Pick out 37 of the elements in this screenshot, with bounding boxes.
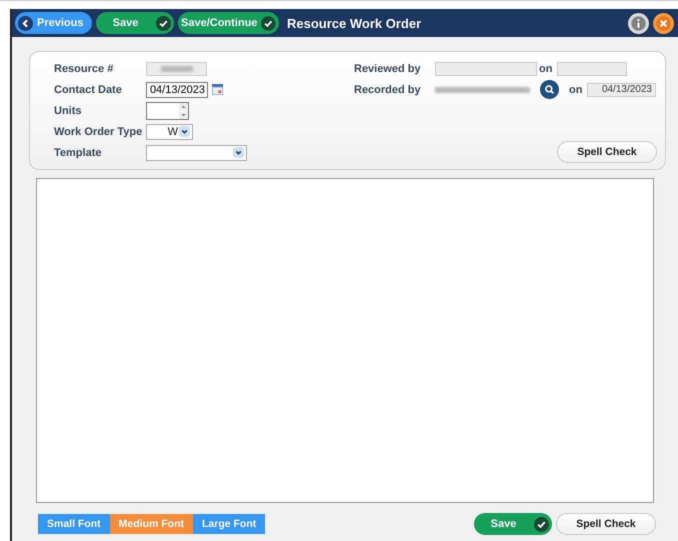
spell-check-button[interactable]: Spell Check — [556, 513, 656, 535]
field-label: Contact Date — [54, 84, 123, 96]
redacted-value — [160, 66, 192, 72]
spinner-arrows-icon[interactable] — [179, 102, 188, 118]
font-size-button[interactable]: Small Font — [38, 514, 110, 534]
units-spinner[interactable] — [146, 102, 189, 120]
spell-check-button[interactable]: Spell Check — [557, 141, 657, 163]
reviewed-on-field — [557, 62, 627, 76]
date-field[interactable]: 04/13/2023 — [146, 82, 208, 98]
field-label: Units — [54, 104, 82, 116]
template-dropdown[interactable] — [146, 144, 247, 160]
check-icon — [534, 516, 549, 532]
work-order-type-dropdown[interactable]: W — [146, 124, 193, 140]
window-title: Resource Work Order — [287, 16, 422, 30]
field-label: Recorded by — [354, 84, 422, 96]
close-icon[interactable] — [653, 12, 674, 34]
chevron-icon — [179, 126, 190, 137]
check-icon — [156, 16, 171, 30]
back-icon — [18, 16, 33, 30]
previous-button[interactable]: Previous — [15, 12, 92, 34]
check-icon — [261, 16, 276, 30]
save-button[interactable]: Save — [96, 12, 174, 34]
field-label: Resource # — [54, 62, 114, 74]
field-label: on — [569, 84, 584, 96]
chevron-icon — [233, 147, 244, 158]
font-size-button[interactable]: Medium Font — [110, 514, 193, 534]
recorded-on-field: 04/13/2023 — [587, 82, 656, 96]
calendar-icon[interactable] — [212, 84, 223, 95]
save-continue-button[interactable]: Save/Continue — [178, 12, 279, 34]
search-icon[interactable] — [540, 80, 559, 99]
save-button[interactable]: Save — [474, 513, 552, 535]
font-size-button[interactable]: Large Font — [193, 514, 266, 534]
info-icon[interactable] — [628, 12, 649, 34]
field-label: Work Order Type — [54, 126, 144, 138]
field-label: Template — [54, 146, 102, 158]
field-label: Reviewed by — [354, 62, 422, 74]
field-label: on — [539, 62, 554, 74]
